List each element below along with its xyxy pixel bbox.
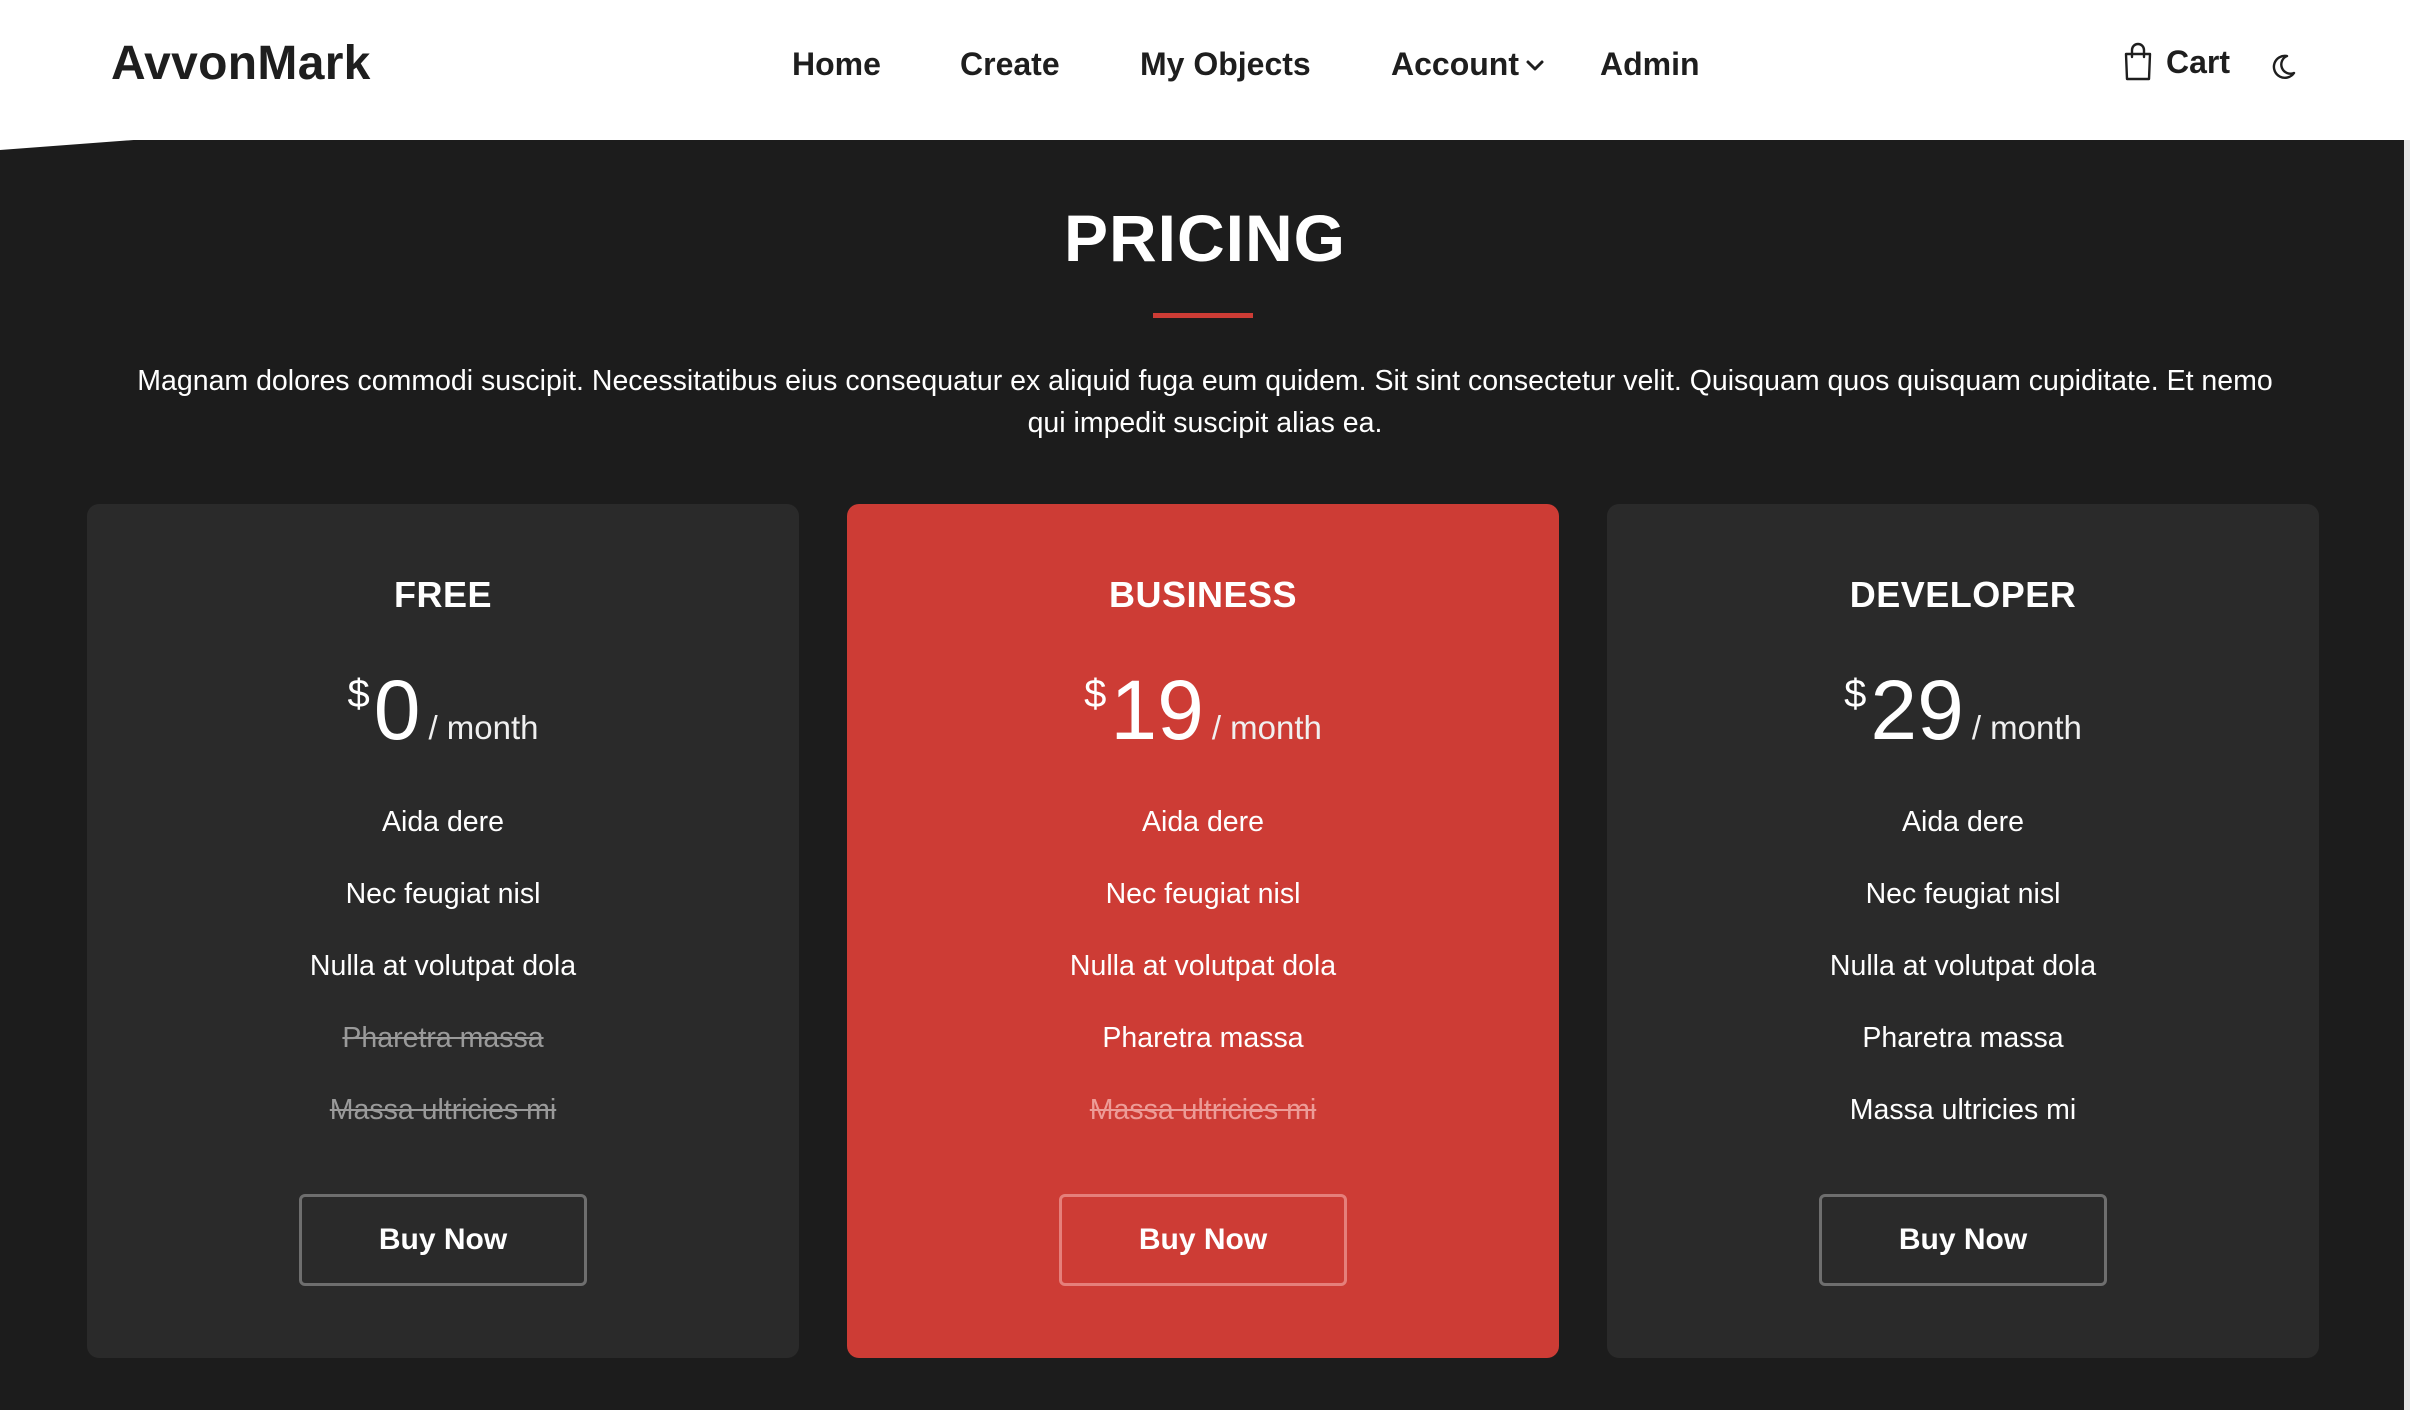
feature-item: Pharetra massa (1102, 1022, 1304, 1054)
nav-item-home[interactable]: Home (792, 46, 881, 83)
buy-now-button-developer[interactable]: Buy Now (1819, 1194, 2107, 1286)
title-underline (1153, 313, 1253, 318)
price-period: / month (1211, 709, 1322, 746)
plan-name: BUSINESS (1108, 574, 1298, 615)
feature-item: Nulla at volutpat dola (1829, 950, 2097, 982)
cart-label: Cart (2166, 43, 2231, 80)
price-currency: $ (1844, 672, 1867, 716)
feature-item-unavailable: Massa ultricies mi (329, 1094, 557, 1126)
pricing-card-developer: DEVELOPER $ 29 / month Aida dere Nec feu… (1607, 504, 2319, 1358)
feature-list: Aida dere Nec feugiat nisl Nulla at volu… (1607, 804, 2319, 1164)
pricing-card-free: FREE $ 0 / month Aida dere Nec feugiat n… (87, 504, 799, 1358)
price-period: / month (428, 709, 539, 746)
price-currency: $ (1084, 672, 1107, 716)
feature-item: Aida dere (1141, 806, 1264, 838)
plan-price: $ 29 / month (1607, 664, 2319, 756)
nav-item-account-label: Account (1391, 46, 1519, 82)
nav-item-admin[interactable]: Admin (1600, 46, 1700, 83)
moon-icon[interactable] (2268, 52, 2298, 82)
feature-item: Nec feugiat nisl (345, 878, 541, 910)
feature-item-unavailable: Pharetra massa (342, 1022, 544, 1054)
plan-name: DEVELOPER (1849, 574, 2077, 615)
feature-item: Nulla at volutpat dola (309, 950, 577, 982)
price-amount: 0 (373, 663, 421, 757)
section-title: PRICING (1063, 201, 1347, 275)
price-amount: 19 (1110, 663, 1204, 757)
plan-name: FREE (393, 574, 492, 615)
page-scrollbar[interactable] (2404, 140, 2410, 1410)
price-period: / month (1971, 709, 2082, 746)
price-amount: 29 (1870, 663, 1964, 757)
shopping-bag-icon (2124, 42, 2152, 81)
feature-item: Nec feugiat nisl (1865, 878, 2061, 910)
feature-item: Massa ultricies mi (1849, 1094, 2077, 1126)
plan-price: $ 19 / month (847, 664, 1559, 756)
brand-logo[interactable]: AvvonMark (111, 36, 371, 91)
nav-item-create[interactable]: Create (960, 46, 1060, 83)
price-currency: $ (347, 672, 370, 716)
plan-price: $ 0 / month (87, 664, 799, 756)
top-navbar: AvvonMark Home Create My Objects Account… (0, 0, 2410, 140)
section-description: Magnam dolores commodi suscipit. Necessi… (137, 365, 2273, 439)
feature-list: Aida dere Nec feugiat nisl Nulla at volu… (847, 804, 1559, 1164)
pricing-card-business: BUSINESS $ 19 / month Aida dere Nec feug… (847, 504, 1559, 1358)
feature-list: Aida dere Nec feugiat nisl Nulla at volu… (87, 804, 799, 1164)
feature-item: Pharetra massa (1862, 1022, 2064, 1054)
nav-item-account[interactable]: Account (1391, 46, 1545, 83)
feature-item: Nulla at volutpat dola (1069, 950, 1337, 982)
buy-now-button-free[interactable]: Buy Now (299, 1194, 587, 1286)
cart-link[interactable]: Cart (2122, 42, 2230, 82)
feature-item-unavailable: Massa ultricies mi (1089, 1094, 1317, 1126)
feature-item: Aida dere (381, 806, 504, 838)
nav-item-my-objects[interactable]: My Objects (1140, 46, 1311, 83)
feature-item: Nec feugiat nisl (1105, 878, 1301, 910)
chevron-down-icon (1526, 60, 1544, 70)
feature-item: Aida dere (1901, 806, 2024, 838)
buy-now-button-business[interactable]: Buy Now (1059, 1194, 1347, 1286)
